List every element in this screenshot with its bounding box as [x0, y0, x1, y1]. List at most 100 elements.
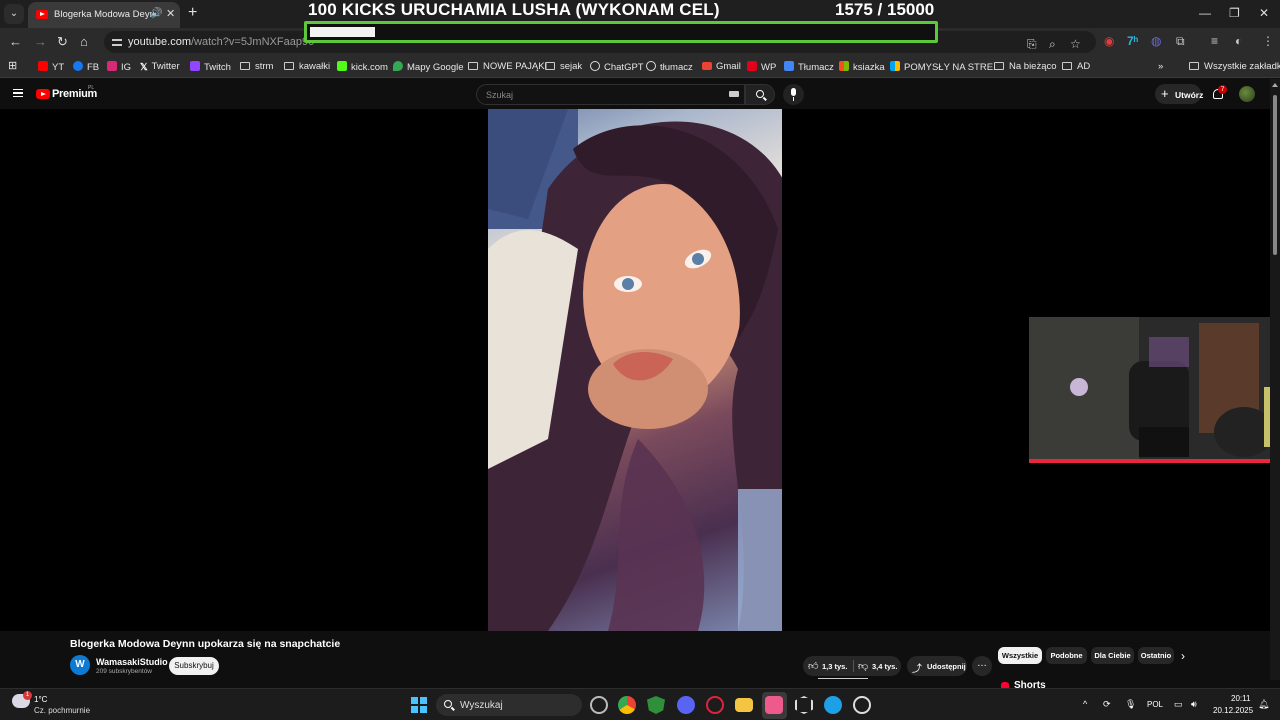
channel-avatar[interactable]: W [70, 655, 90, 675]
clock-time[interactable]: 20:11 [1231, 694, 1250, 703]
bookmark-twitch[interactable]: Twitch [190, 61, 231, 73]
tab-audio-icon[interactable]: 🔊 [150, 8, 162, 19]
bookmark-na-biezaco[interactable]: Na bieżąco [994, 61, 1057, 72]
chrome-icon[interactable] [618, 696, 636, 714]
bookmark-label: POMYSŁY NA STRE... [904, 62, 1001, 73]
search-button[interactable] [745, 84, 775, 105]
extensions-puzzle-icon[interactable]: ⧉ [1176, 34, 1185, 49]
bookmark-chatgpt[interactable]: ChatGPT [590, 61, 644, 73]
bookmark-ksiazka[interactable]: ksiazka [839, 61, 885, 73]
profile-icon[interactable]: ◐ [1235, 34, 1242, 48]
bookmark-pomysly[interactable]: POMYSŁY NA STRE... [890, 61, 1001, 73]
discord-icon[interactable] [677, 696, 695, 714]
notification-center-icon[interactable]: 🔔︎ [1258, 699, 1269, 710]
all-bookmarks[interactable]: Wszystkie zakładki [1189, 61, 1280, 72]
opera-icon[interactable] [706, 696, 724, 714]
chip-wszystkie[interactable]: Wszystkie [998, 647, 1042, 664]
streaming-app-icon[interactable] [765, 696, 783, 714]
record-extension-icon[interactable]: ◉ [1104, 34, 1114, 48]
bookmark-kick[interactable]: kick.com [337, 61, 388, 73]
chatgpt-icon [590, 61, 600, 71]
minimize-icon[interactable]: — [1199, 6, 1211, 20]
taskbar-search-label: Wyszukaj [460, 700, 503, 711]
file-explorer-icon[interactable] [735, 698, 753, 712]
media-player-icon[interactable] [853, 696, 871, 714]
bookmark-kawalki[interactable]: kawałki [284, 61, 330, 72]
sync-icon[interactable]: ⟳ [1103, 699, 1111, 710]
like-count[interactable]: 1,3 tys. [822, 662, 847, 671]
chip-dla-ciebie[interactable]: Dla Ciebie [1091, 647, 1134, 664]
keyboard-icon[interactable] [729, 91, 739, 97]
apps-grid-icon[interactable]: ⊞ [8, 59, 17, 72]
page-scrollbar[interactable] [1270, 79, 1280, 680]
more-actions-button[interactable]: … [972, 656, 992, 676]
youtube-logo-icon[interactable] [36, 89, 50, 99]
weather-description[interactable]: Cz. pochmurnie [34, 706, 90, 715]
bookmark-maps[interactable]: Mapy Google [393, 61, 464, 73]
site-info-icon[interactable] [112, 37, 122, 47]
tray-overflow-icon[interactable]: ^ [1083, 699, 1087, 709]
channel-name[interactable]: WamasakiStudio [96, 657, 168, 667]
install-app-icon[interactable]: ⎘ [1027, 37, 1037, 52]
bookmark-ig[interactable]: IG [107, 61, 131, 73]
account-avatar[interactable] [1239, 86, 1255, 102]
bookmark-strm[interactable]: strm [240, 61, 273, 72]
video-frame[interactable] [488, 109, 782, 631]
menu-kebab-icon[interactable]: ⋮ [1262, 34, 1274, 48]
bookmark-label: Tłumacz [798, 62, 834, 73]
scroll-up-arrow-icon[interactable] [1272, 83, 1278, 87]
bookmark-label: Mapy Google [407, 62, 464, 73]
bookmark-tlumacz[interactable]: tłumacz [646, 61, 693, 73]
clock-date[interactable]: 20.12.2025 [1213, 706, 1253, 715]
shield-app-icon[interactable] [647, 696, 665, 714]
bookmark-wp[interactable]: WP [747, 61, 776, 73]
scrollbar-thumb[interactable] [1273, 95, 1277, 255]
subscribe-button[interactable]: Subskrybuj [169, 657, 219, 675]
bookmark-twitter[interactable]: 𝕏 Twitter [140, 61, 180, 73]
tab-search-dropdown-icon[interactable]: ⌄ [4, 4, 24, 24]
translate-extension-icon[interactable]: 7ʰ [1127, 34, 1138, 48]
bookmark-fb[interactable]: FB [73, 61, 99, 73]
bookmark-yt[interactable]: YT [38, 61, 64, 73]
new-tab-button[interactable]: + [188, 4, 197, 22]
zoom-icon[interactable]: ⌕ [1049, 37, 1056, 52]
create-button[interactable]: + Utwórz [1155, 84, 1203, 104]
bookmark-sejak[interactable]: sejak [545, 61, 582, 72]
home-icon[interactable]: ⌂ [80, 34, 88, 49]
bookmark-tlumacz-google[interactable]: Tłumacz [784, 61, 834, 73]
language-indicator[interactable]: POL [1147, 700, 1163, 709]
dislike-button[interactable]: 👎︎ [858, 660, 868, 672]
menu-icon[interactable] [13, 89, 23, 97]
windows-start-icon[interactable] [411, 697, 427, 713]
share-button[interactable]: ⤴ Udostępnij [907, 656, 967, 676]
volume-icon[interactable]: 🔊︎ [1191, 699, 1197, 710]
bookmark-gmail[interactable]: Gmail [702, 61, 741, 72]
back-icon[interactable]: ← [9, 34, 22, 49]
voice-search-button[interactable] [783, 84, 804, 105]
browser-tab[interactable]: Blogerka Modowa Deynn u 🔊 ✕ [28, 2, 180, 28]
cloud-app-icon[interactable] [824, 696, 842, 714]
bookmark-ad[interactable]: AD [1062, 61, 1090, 72]
reload-icon[interactable]: ↻ [57, 34, 68, 50]
extension-icon[interactable]: ◍ [1151, 34, 1161, 48]
chips-next-arrow-icon[interactable]: › [1181, 649, 1185, 663]
tab-close-icon[interactable]: ✕ [166, 7, 175, 20]
chip-podobne[interactable]: Podobne [1046, 647, 1087, 664]
network-icon[interactable]: ▭ [1174, 699, 1183, 710]
taskbar-search[interactable]: Wyszukaj [436, 694, 582, 716]
like-button[interactable]: 👍︎ [808, 660, 818, 672]
search-input[interactable]: Szukaj [476, 84, 745, 105]
close-window-icon[interactable]: ✕ [1259, 6, 1269, 20]
bookmark-nowe-pajaki[interactable]: NOWE PAJĄKI [468, 61, 547, 72]
copilot-icon[interactable] [590, 696, 608, 714]
unity-icon[interactable] [795, 696, 813, 714]
bookmarks-overflow-icon[interactable]: » [1158, 61, 1163, 72]
microphone-icon[interactable]: 🎙︎ [1125, 699, 1136, 710]
dislike-count[interactable]: 3,4 tys. [872, 662, 897, 671]
forward-icon[interactable]: → [34, 34, 47, 49]
chip-ostatnio[interactable]: Ostatnio [1138, 647, 1174, 664]
weather-temperature[interactable]: 1°C [34, 695, 47, 704]
bookmark-star-icon[interactable]: ☆ [1070, 37, 1081, 51]
media-control-icon[interactable]: ≡ [1211, 34, 1218, 48]
restore-icon[interactable]: ❐ [1229, 6, 1240, 20]
